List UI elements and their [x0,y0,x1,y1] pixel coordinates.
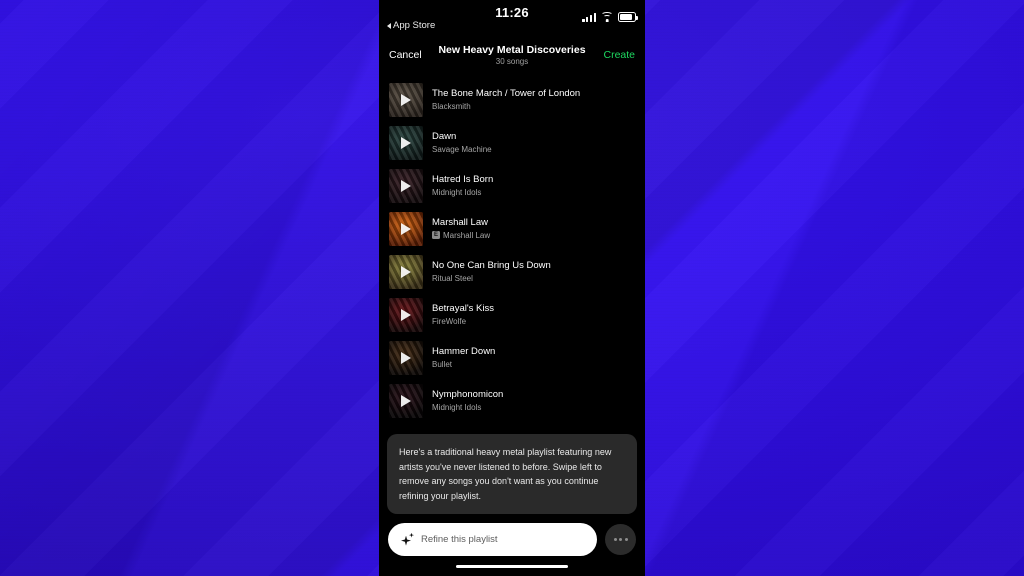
song-artist: Blacksmith [432,101,471,111]
play-icon[interactable] [401,179,411,192]
song-title: Hatred Is Born [432,174,494,186]
song-artist-row: E Marshall Law [432,231,490,240]
bottom-bar: Refine this playlist [379,522,645,576]
play-icon[interactable] [401,136,411,149]
song-row[interactable]: Dawn Savage Machine [379,121,645,164]
nav-bar: Cancel New Heavy Metal Discoveries 30 so… [379,38,645,72]
song-title: Nymphonomicon [432,389,504,401]
song-row[interactable]: Marshall Law E Marshall Law [379,207,645,250]
album-art [389,211,423,246]
album-art [389,168,423,203]
song-meta: Dawn Savage Machine [432,131,492,154]
album-art [389,254,423,289]
play-icon[interactable] [401,93,411,106]
song-row[interactable]: The Bone March / Tower of London Blacksmi… [379,78,645,121]
song-artist: Midnight Idols [432,402,482,412]
song-title: No One Can Bring Us Down [432,260,551,272]
album-art [389,383,423,418]
song-artist-row: Blacksmith [432,102,580,111]
play-icon[interactable] [401,394,411,407]
refine-input-placeholder: Refine this playlist [421,533,498,545]
sparkle-icon [401,532,414,546]
album-art [389,82,423,117]
song-title: Dawn [432,131,457,143]
song-artist-row: Savage Machine [432,145,492,154]
song-title: The Bone March / Tower of London [432,88,581,100]
song-meta: Marshall Law E Marshall Law [432,217,490,240]
song-meta: The Bone March / Tower of London Blacksmi… [432,88,580,111]
song-artist: Marshall Law [443,230,491,240]
album-art [389,340,423,375]
song-artist: Midnight Idols [432,187,482,197]
wifi-icon [601,12,613,22]
song-row[interactable]: Hammer Down Bullet [379,336,645,379]
explicit-badge: E [432,231,440,240]
back-label: App Store [393,20,436,31]
battery-icon [618,12,638,22]
song-artist-row: Ritual Steel [432,274,551,283]
song-row[interactable]: Nymphonomicon Midnight Idols [379,379,645,422]
song-meta: Betrayal's Kiss FireWolfe [432,303,494,326]
create-button[interactable]: Create [603,49,635,61]
more-options-icon [613,537,617,541]
status-bar-indicators [582,12,638,22]
song-meta: Nymphonomicon Midnight Idols [432,389,503,412]
song-meta: No One Can Bring Us Down Ritual Steel [432,260,551,283]
song-list[interactable]: The Bone March / Tower of London Blacksmi… [379,72,645,422]
more-options-icon [624,537,628,541]
song-row[interactable]: Betrayal's Kiss FireWolfe [379,293,645,336]
playlist-description-card: Here's a traditional heavy metal playlis… [387,434,637,515]
song-artist-row: Bullet [432,360,495,369]
song-artist-row: Midnight Idols [432,188,493,197]
play-icon[interactable] [401,308,411,321]
song-artist: Savage Machine [432,144,492,154]
song-row[interactable]: No One Can Bring Us Down Ritual Steel [379,250,645,293]
album-art [389,297,423,332]
song-meta: Hatred Is Born Midnight Idols [432,174,493,197]
back-triangle-icon [387,22,391,29]
song-title: Marshall Law [432,217,488,229]
play-icon[interactable] [401,351,411,364]
cancel-button[interactable]: Cancel [389,49,422,61]
album-art [389,125,423,160]
song-row[interactable]: Hatred Is Born Midnight Idols [379,164,645,207]
song-meta: Hammer Down Bullet [432,346,495,369]
status-bar: 11:26 App Store [379,0,645,38]
song-artist: FireWolfe [432,316,467,326]
song-artist: Ritual Steel [432,273,473,283]
more-options-icon [619,537,622,541]
home-indicator [456,564,568,568]
song-title: Betrayal's Kiss [432,303,495,315]
refine-playlist-input[interactable]: Refine this playlist [388,522,597,556]
song-artist: Bullet [432,359,453,369]
play-icon[interactable] [401,222,411,235]
phone-screen: 11:26 App Store Cancel New Heavy Metal D… [379,0,645,576]
back-to-app-store-button[interactable]: App Store [387,20,435,31]
song-artist-row: Midnight Idols [432,403,503,412]
song-title: Hammer Down [432,346,496,358]
song-artist-row: FireWolfe [432,317,494,326]
more-options-button[interactable] [605,523,636,555]
play-icon[interactable] [401,265,411,278]
cellular-signal-icon [582,12,596,22]
